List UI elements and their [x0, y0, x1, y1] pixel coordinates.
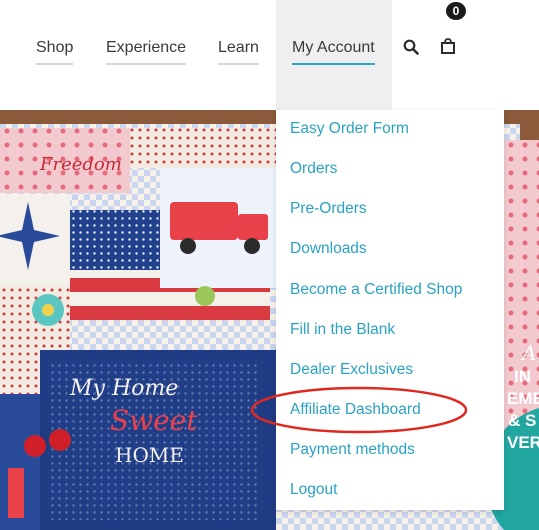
menu-item-dealer-exclusives[interactable]: Dealer Exclusives — [290, 360, 413, 380]
svg-text:VER: VER — [507, 433, 539, 452]
quilt-text-home: HOME — [115, 443, 184, 467]
cart-count-badge[interactable]: 0 — [444, 0, 468, 22]
shopping-bag-icon[interactable] — [440, 38, 456, 54]
quilt-text-my-home: My Home — [69, 376, 178, 401]
svg-text:IN: IN — [514, 367, 531, 386]
svg-text:A: A — [520, 341, 536, 365]
menu-item-downloads[interactable]: Downloads — [290, 239, 367, 259]
menu-item-orders[interactable]: Orders — [290, 159, 337, 179]
menu-item-become-certified-shop[interactable]: Become a Certified Shop — [290, 280, 462, 300]
search-icon[interactable] — [403, 39, 419, 55]
nav-learn[interactable]: Learn — [218, 38, 259, 65]
svg-text:& S: & S — [508, 411, 536, 430]
site-header: Shop Experience Learn My Account 0 — [0, 0, 539, 110]
menu-item-payment-methods[interactable]: Payment methods — [290, 440, 415, 460]
my-account-dropdown: Easy Order Form Orders Pre-Orders Downlo… — [276, 110, 504, 510]
svg-text:EME: EME — [507, 389, 539, 408]
menu-item-easy-order-form[interactable]: Easy Order Form — [290, 119, 409, 139]
menu-item-pre-orders[interactable]: Pre-Orders — [290, 199, 367, 219]
nav-experience[interactable]: Experience — [106, 38, 187, 65]
nav-my-account[interactable]: My Account — [292, 38, 375, 65]
menu-item-logout[interactable]: Logout — [290, 480, 337, 500]
nav-shop[interactable]: Shop — [36, 38, 74, 65]
quilt-text-sweet: Sweet — [110, 404, 198, 437]
menu-item-fill-in-the-blank[interactable]: Fill in the Blank — [290, 320, 395, 340]
quilt-text-freedom: Freedom — [39, 154, 122, 175]
menu-item-affiliate-dashboard[interactable]: Affiliate Dashboard — [290, 400, 421, 420]
